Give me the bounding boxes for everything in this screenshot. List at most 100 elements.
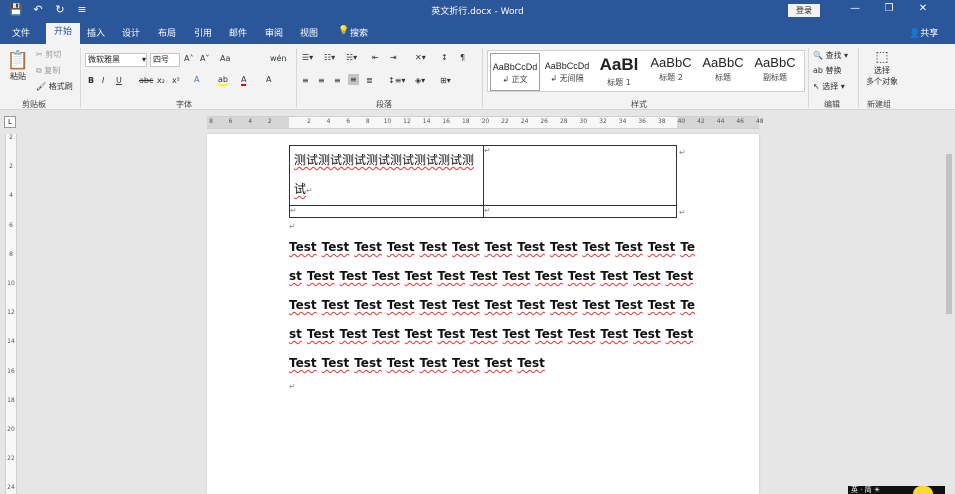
- word: Test: [437, 327, 465, 341]
- select-button[interactable]: ↖ 选择 ▾: [813, 81, 845, 92]
- select-objects-button[interactable]: ⬚ 选择 多个对象: [862, 49, 902, 87]
- underline-button[interactable]: U: [116, 76, 122, 85]
- style-item[interactable]: AaBbC 副标题: [750, 53, 800, 91]
- tab-file[interactable]: 文件: [12, 26, 30, 39]
- paste-button[interactable]: 📋 粘贴: [6, 50, 30, 82]
- multilevel-list-icon[interactable]: ☵▾: [346, 53, 357, 62]
- italic-button[interactable]: I: [102, 76, 104, 85]
- font-color-button[interactable]: A: [241, 75, 247, 86]
- text-line[interactable]: Test Test Test Test Test Test Test Test Test Test…: [289, 240, 700, 254]
- format-painter-button[interactable]: 🖌 格式刷: [36, 81, 73, 92]
- tab-search[interactable]: 搜索: [350, 26, 368, 39]
- style-name: 标题 1: [607, 78, 631, 87]
- style-name: 标题: [715, 73, 731, 82]
- numbering-icon[interactable]: ☷▾: [324, 53, 335, 62]
- char-border-button[interactable]: A: [266, 75, 271, 84]
- align-right-icon[interactable]: ≡: [334, 76, 341, 85]
- replace-button[interactable]: ab 替换: [813, 65, 842, 76]
- tab-mailings[interactable]: 邮件: [229, 26, 247, 39]
- tab-insert[interactable]: 插入: [87, 26, 105, 39]
- document-page[interactable]: 测试测试测试测试测试测试测试测试↵ ↵ ↵ ↵ ↵ ↵ ↵ Test Test Te…: [207, 134, 759, 494]
- text-line[interactable]: st Test Test Test Test Test Test Test Test Test Te…: [289, 327, 698, 341]
- text-line[interactable]: Test Test Test Test Test Test Test Test Test Test…: [289, 298, 700, 312]
- tab-selector-icon[interactable]: L: [4, 116, 16, 128]
- tab-design[interactable]: 设计: [122, 26, 140, 39]
- borders-icon[interactable]: ⊞▾: [440, 76, 451, 85]
- cell-mark: ↵: [484, 146, 491, 155]
- find-button[interactable]: 🔍 查找 ▾: [813, 50, 848, 61]
- vertical-scrollbar[interactable]: [946, 154, 952, 314]
- align-left-icon[interactable]: ≡: [302, 76, 309, 85]
- minimize-icon[interactable]: —: [838, 3, 872, 14]
- word: Test: [289, 356, 317, 370]
- tab-references[interactable]: 引用: [194, 26, 212, 39]
- subscript-button[interactable]: x₂: [157, 76, 165, 85]
- vertical-ruler[interactable]: 2 2 4 6 8 10 12 14 16 18 20 22 24: [5, 134, 17, 494]
- style-item[interactable]: AaBbC 标题 2: [646, 53, 696, 91]
- paragraph-group-label: 段落: [376, 100, 392, 109]
- align-center-icon[interactable]: ≡: [318, 76, 325, 85]
- line-spacing-icon[interactable]: ↕≡▾: [388, 76, 405, 85]
- text-line[interactable]: Test Test Test Test Test Test Test Test: [289, 356, 550, 370]
- ribbon: 📋 粘贴 ✂ 剪切 ⧉ 复制 🖌 格式刷 剪贴板 微软雅黑 ▾ 四号 A˄ A˅…: [0, 44, 955, 110]
- ruler-number: 10: [7, 280, 15, 287]
- font-size-select[interactable]: 四号: [150, 53, 180, 67]
- word: Test: [632, 269, 661, 283]
- style-item[interactable]: AaBl 标题 1: [594, 53, 644, 91]
- table-cell[interactable]: 测试测试测试测试测试测试测试测试↵: [289, 145, 484, 206]
- word: st: [289, 269, 302, 283]
- select-objects-label-2: 多个对象: [866, 77, 898, 86]
- decrease-indent-icon[interactable]: ⇤: [372, 53, 379, 62]
- word: Test: [437, 269, 465, 283]
- tab-home[interactable]: 开始: [46, 23, 80, 44]
- increase-indent-icon[interactable]: ⇥: [390, 53, 397, 62]
- shrink-font-button[interactable]: A˅: [200, 54, 209, 63]
- font-name-select[interactable]: 微软雅黑 ▾: [85, 53, 147, 67]
- bullets-icon[interactable]: ☰▾: [302, 53, 313, 62]
- ruler-number: 18: [461, 118, 470, 125]
- table-cell[interactable]: ↵: [483, 145, 677, 206]
- table-cell[interactable]: ↵: [289, 205, 484, 218]
- highlight-button[interactable]: ab: [218, 75, 228, 86]
- table-cell[interactable]: ↵: [483, 205, 677, 218]
- cut-button[interactable]: ✂ 剪切: [36, 49, 61, 60]
- distributed-icon[interactable]: ≣: [366, 76, 373, 85]
- text-line[interactable]: st Test Test Test Test Test Test Test Test Test Te…: [289, 269, 698, 283]
- restore-icon[interactable]: ❐: [872, 3, 906, 14]
- show-marks-icon[interactable]: ¶: [460, 53, 465, 62]
- share-button[interactable]: 👤共享: [909, 26, 938, 39]
- grow-font-button[interactable]: A˄: [184, 54, 193, 63]
- style-item[interactable]: AaBbCcDd ↲ 正文: [490, 53, 540, 91]
- ime-status-bar[interactable]: 英 · 简 ☀: [848, 486, 945, 494]
- ruler-number: 12: [403, 118, 411, 125]
- word: Test: [404, 269, 433, 283]
- bold-button[interactable]: B: [88, 76, 94, 85]
- text-effects-button[interactable]: A: [194, 75, 199, 84]
- tab-view[interactable]: 视图: [300, 26, 318, 39]
- horizontal-ruler[interactable]: 8 6 4 2 2 4 6 8 10 12 14 16 18 20 22 24 26 28 30 32 34 36 38 40…: [207, 116, 764, 129]
- document-table[interactable]: 测试测试测试测试测试测试测试测试↵ ↵ ↵ ↵: [289, 145, 677, 218]
- style-item[interactable]: AaBbC 标题: [698, 53, 748, 91]
- shading-icon[interactable]: ◈▾: [415, 76, 425, 85]
- style-preview: AaBbCcDd: [492, 62, 538, 72]
- style-item[interactable]: AaBbCcDd ↲ 无间隔: [542, 53, 592, 91]
- tab-review[interactable]: 审阅: [265, 26, 283, 39]
- close-icon[interactable]: ✕: [906, 3, 940, 14]
- copy-button[interactable]: ⧉ 复制: [36, 65, 60, 76]
- word: Test: [404, 327, 433, 341]
- change-case-button[interactable]: Aa: [220, 54, 230, 63]
- superscript-button[interactable]: x²: [172, 76, 180, 85]
- ruler-number: 2: [267, 118, 272, 125]
- sort-icon[interactable]: ↕: [441, 53, 448, 62]
- strikethrough-button[interactable]: abc: [139, 76, 153, 85]
- tab-layout[interactable]: 布局: [158, 26, 176, 39]
- ruler-number: 8: [365, 118, 370, 125]
- asian-layout-icon[interactable]: ✕▾: [415, 53, 426, 62]
- login-button[interactable]: 登录: [788, 4, 820, 17]
- phonetic-guide-button[interactable]: wén: [270, 54, 287, 63]
- justify-icon[interactable]: ≡: [348, 74, 359, 85]
- word: Test: [517, 356, 545, 370]
- share-label: 共享: [920, 29, 939, 39]
- ruler-number: 20: [481, 118, 490, 125]
- word: Test: [615, 240, 643, 254]
